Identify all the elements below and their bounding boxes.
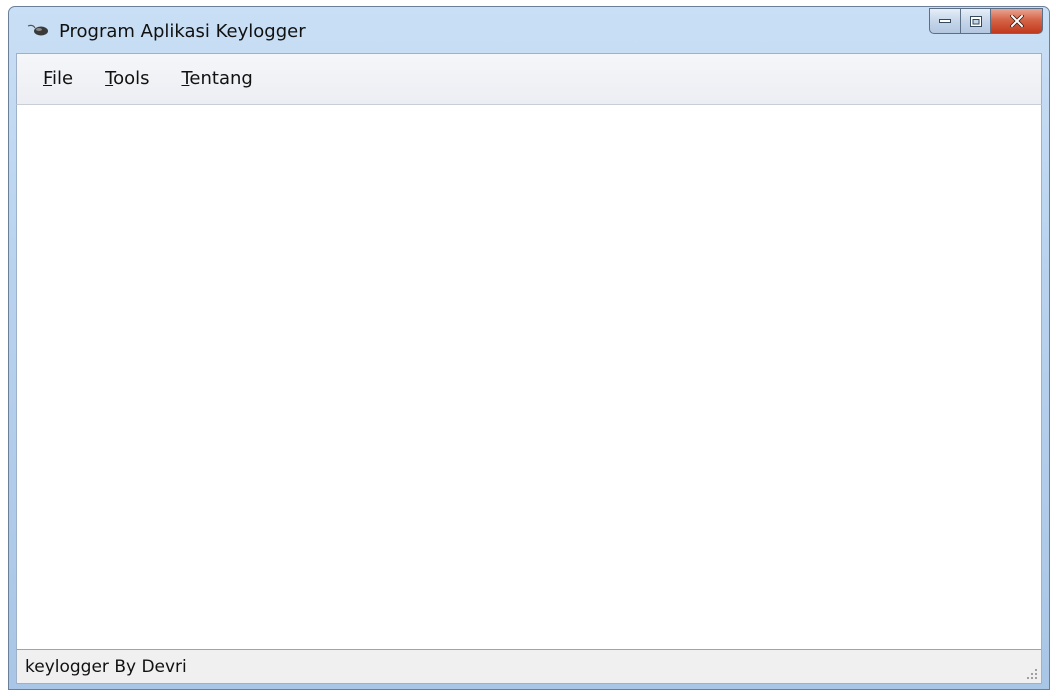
menu-file-label: ile [52,68,74,89]
menu-tools-mnemonic: T [105,68,114,89]
caption-buttons [929,8,1043,34]
menu-tentang[interactable]: Tentang [181,70,252,88]
app-mouse-icon [27,24,48,36]
main-content-area[interactable] [16,105,1042,650]
minimize-icon [939,19,951,23]
menu-bar: File Tools Tentang [16,53,1042,105]
menu-tools-label: ools [113,68,150,89]
title-bar[interactable]: Program Aplikasi Keylogger [9,7,1049,53]
app-window: Program Aplikasi Keylogger File Tools Te… [8,6,1050,690]
menu-file-mnemonic: F [43,68,53,89]
status-bar: keylogger By Devri [16,650,1042,684]
menu-tentang-label: entang [189,68,253,89]
window-title: Program Aplikasi Keylogger [59,21,306,42]
status-text: keylogger By Devri [25,656,187,677]
menu-tools[interactable]: Tools [105,70,149,88]
menu-file[interactable]: File [43,70,73,88]
resize-grip-icon[interactable] [1024,666,1038,680]
maximize-icon [969,15,982,27]
maximize-button[interactable] [961,8,991,34]
close-icon [1009,15,1024,27]
minimize-button[interactable] [929,8,961,34]
close-button[interactable] [991,8,1043,34]
